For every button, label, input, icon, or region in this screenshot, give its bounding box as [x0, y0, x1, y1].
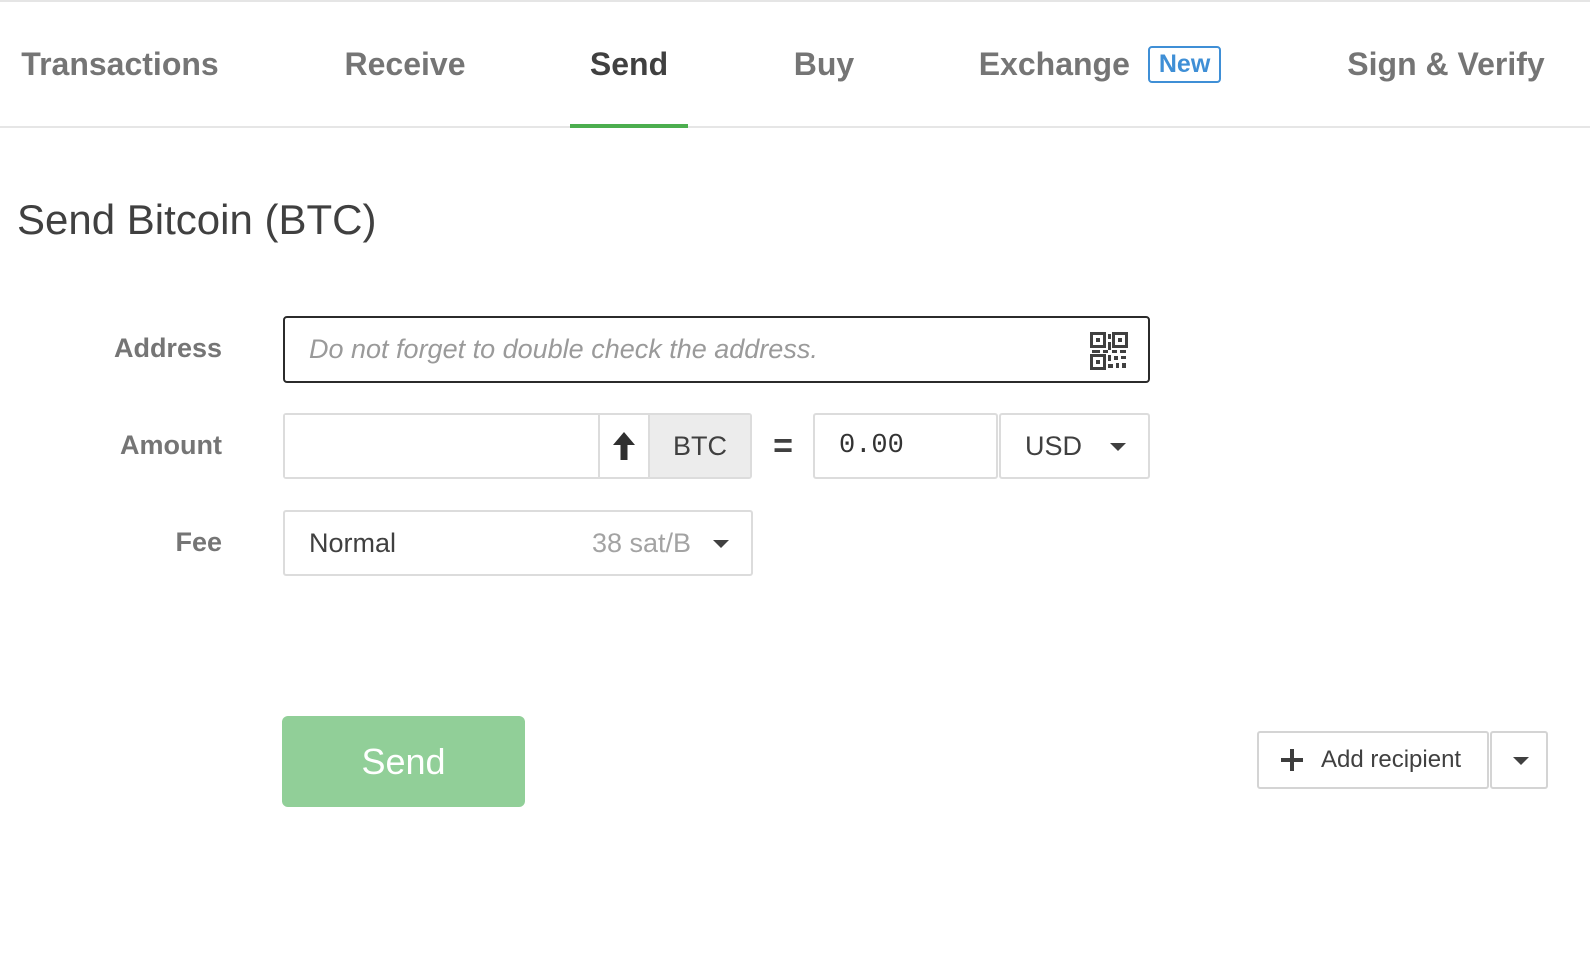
equals-sign: = — [773, 426, 793, 465]
tab-buy-label: Buy — [793, 45, 855, 82]
btc-unit-label: BTC — [648, 415, 750, 477]
fee-label: Fee — [175, 527, 222, 557]
page-title: Send Bitcoin (BTC) — [17, 196, 377, 243]
tab-transactions[interactable]: Transactions — [20, 2, 220, 126]
plus-icon — [1281, 749, 1303, 771]
tab-receive[interactable]: Receive — [344, 2, 466, 126]
tab-send-label: Send — [589, 45, 669, 82]
amount-field: BTC — [283, 413, 752, 479]
chevron-down-icon — [1513, 757, 1529, 765]
fee-level: Normal — [309, 527, 397, 558]
tab-sign-verify[interactable]: Sign & Verify — [1346, 2, 1546, 126]
add-recipient-label: Add recipient — [1321, 746, 1462, 773]
main-tabs: Transactions Receive Send Buy Exchange N… — [0, 2, 1590, 128]
fiat-amount-input[interactable] — [813, 413, 998, 479]
chevron-down-icon — [1110, 443, 1126, 451]
add-recipient-dropdown[interactable] — [1490, 731, 1548, 789]
tab-exchange-label: Exchange — [978, 45, 1130, 82]
chevron-down-icon — [713, 540, 729, 548]
arrow-up-icon — [613, 432, 635, 460]
fee-select[interactable]: Normal 38 sat/B — [283, 510, 753, 576]
tab-sign-verify-label: Sign & Verify — [1347, 45, 1545, 82]
currency-value: USD — [1025, 430, 1083, 461]
fee-rate: 38 sat/B — [591, 527, 691, 558]
address-field — [283, 316, 1150, 383]
max-amount-button[interactable] — [598, 415, 648, 477]
tab-transactions-label: Transactions — [21, 45, 219, 82]
currency-select[interactable]: USD — [999, 413, 1150, 479]
tab-send[interactable]: Send — [570, 2, 688, 128]
add-recipient-button[interactable]: Add recipient — [1257, 731, 1489, 789]
address-input[interactable] — [285, 318, 1075, 381]
send-button[interactable]: Send — [282, 716, 525, 807]
tab-buy[interactable]: Buy — [790, 2, 858, 126]
tab-receive-label: Receive — [344, 45, 466, 82]
amount-input[interactable] — [285, 415, 598, 477]
tab-exchange[interactable]: Exchange New — [978, 2, 1222, 126]
address-label: Address — [113, 333, 222, 363]
amount-label: Amount — [120, 430, 222, 460]
new-badge: New — [1147, 45, 1222, 83]
qr-code-icon[interactable] — [1090, 332, 1128, 370]
